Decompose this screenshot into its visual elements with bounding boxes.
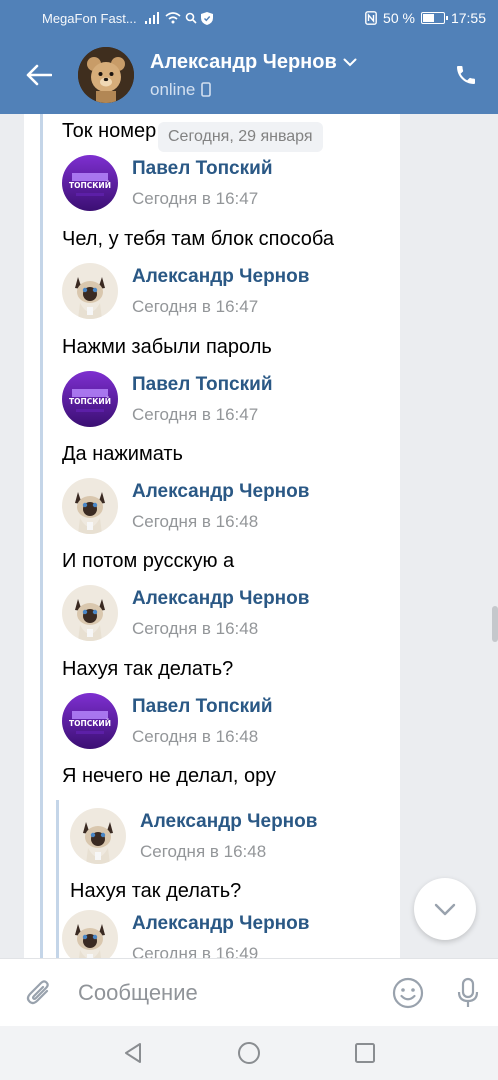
nav-recents-button[interactable]	[345, 1033, 385, 1073]
message-composer	[0, 958, 498, 1026]
avatar	[62, 910, 118, 958]
nav-back-button[interactable]	[113, 1033, 153, 1073]
teddy-bear-icon	[78, 47, 134, 103]
message-time: Сегодня в 16:47	[132, 296, 259, 316]
message-time: Сегодня в 16:47	[132, 188, 259, 208]
carrier-name: MegaFon Fast...	[42, 10, 137, 26]
circle-home-icon	[238, 1042, 260, 1064]
message-list[interactable]: Ток номер Сегодня, 29 января ТОПСКИЙ Пав…	[0, 114, 498, 958]
contact-status-row: online	[150, 80, 434, 100]
message-author[interactable]: ТОПСКИЙ Павел Топский Сегодня в 16:48	[62, 693, 273, 749]
microphone-icon	[457, 977, 479, 1007]
call-button[interactable]	[434, 36, 498, 114]
status-icons	[144, 11, 213, 25]
signal-icon	[144, 12, 159, 24]
avatar	[70, 808, 126, 864]
emoji-button[interactable]	[378, 959, 438, 1027]
message-text: Нахуя так делать?	[62, 658, 234, 680]
smiley-icon	[392, 977, 424, 1008]
svg-text:ТОПСКИЙ: ТОПСКИЙ	[69, 397, 111, 406]
message-time: Сегодня в 16:49	[132, 943, 259, 959]
battery-percent: 50 %	[383, 10, 415, 26]
message-text: Ток номер	[62, 120, 157, 142]
avatar	[62, 478, 118, 534]
author-name: Павел Топский	[132, 157, 273, 179]
chevron-down-icon	[434, 903, 456, 915]
shield-icon	[200, 11, 213, 25]
avatar: ТОПСКИЙ	[62, 371, 118, 427]
message-time: Сегодня в 16:48	[132, 618, 259, 638]
message-text: Да нажимать	[62, 443, 183, 465]
message-text: И потом русскую а	[62, 550, 235, 572]
chevron-down-icon	[343, 58, 357, 66]
message-author[interactable]: ТОПСКИЙ Павел Топский Сегодня в 16:47	[62, 371, 273, 427]
nav-home-button[interactable]	[229, 1033, 269, 1073]
message-input[interactable]	[78, 979, 378, 1006]
cat-avatar-icon	[70, 808, 126, 864]
author-name: Александр Чернов	[132, 587, 310, 609]
mobile-phone-icon	[201, 82, 212, 97]
message-author[interactable]: Александр Чернов Сегодня в 16:49	[62, 910, 309, 958]
message-text: Нахуя так делать?	[70, 880, 242, 902]
svg-text:ТОПСКИЙ: ТОПСКИЙ	[69, 719, 111, 728]
svg-text:ТОПСКИЙ: ТОПСКИЙ	[69, 181, 111, 190]
message-text: Я нечего не делал, ору	[62, 765, 277, 787]
arrow-left-icon	[26, 64, 52, 86]
attach-button[interactable]	[0, 959, 78, 1027]
avatar: ТОПСКИЙ	[62, 155, 118, 211]
message-time: Сегодня в 16:47	[132, 404, 259, 424]
contact-name-row[interactable]: Александр Чернов	[150, 51, 434, 74]
wifi-icon	[165, 12, 181, 24]
nested-quote-line	[56, 800, 59, 958]
message-author[interactable]: Александр Чернов Сегодня в 16:48	[62, 478, 309, 534]
pavel-avatar-icon: ТОПСКИЙ	[62, 371, 118, 427]
chat-header: Александр Чернов online	[0, 36, 498, 114]
phone-icon	[457, 66, 475, 84]
author-name: Александр Чернов	[132, 912, 310, 934]
voice-message-button[interactable]	[438, 959, 498, 1027]
author-name: Павел Топский	[132, 373, 273, 395]
pavel-avatar-icon: ТОПСКИЙ	[62, 693, 118, 749]
author-name: Александр Чернов	[132, 480, 310, 502]
message-author[interactable]: Александр Чернов Сегодня в 16:48	[62, 585, 309, 641]
author-name: Александр Чернов	[132, 265, 310, 287]
avatar	[62, 263, 118, 319]
contact-status: online	[150, 79, 196, 99]
contact-name: Александр Чернов	[150, 50, 337, 73]
avatar: ТОПСКИЙ	[62, 693, 118, 749]
battery-icon	[420, 12, 448, 24]
message-time: Сегодня в 16:48	[132, 726, 259, 746]
search-icon	[185, 12, 197, 24]
author-name: Александр Чернов	[140, 810, 318, 832]
author-name: Павел Топский	[132, 695, 273, 717]
message-time: Сегодня в 16:48	[132, 511, 259, 531]
system-navigation-bar	[0, 1026, 498, 1080]
cat-avatar-icon	[62, 910, 118, 958]
date-separator: Сегодня, 29 января	[158, 122, 323, 152]
scrollbar-thumb[interactable]	[492, 606, 498, 642]
message-text: Нажми забыли пароль	[62, 336, 272, 358]
cat-avatar-icon	[62, 478, 118, 534]
message-author[interactable]: Александр Чернов Сегодня в 16:47	[62, 263, 309, 319]
square-recents-icon	[355, 1043, 375, 1063]
clock: 17:55	[450, 10, 486, 26]
contact-avatar[interactable]	[78, 47, 134, 103]
message-text: Чел, у тебя там блок способа	[62, 228, 335, 250]
scroll-to-bottom-button[interactable]	[414, 878, 476, 940]
forwarded-quote-line	[40, 114, 43, 958]
triangle-back-icon	[125, 1043, 141, 1063]
paperclip-icon	[26, 979, 49, 1004]
cat-avatar-icon	[62, 263, 118, 319]
nfc-icon	[365, 11, 377, 25]
avatar	[62, 585, 118, 641]
back-button[interactable]	[0, 36, 78, 114]
cat-avatar-icon	[62, 585, 118, 641]
message-author[interactable]: Александр Чернов Сегодня в 16:48	[70, 808, 317, 864]
message-author[interactable]: ТОПСКИЙ Павел Топский Сегодня в 16:47	[62, 155, 273, 211]
message-time: Сегодня в 16:48	[140, 841, 267, 861]
pavel-avatar-icon: ТОПСКИЙ	[62, 155, 118, 211]
status-bar: MegaFon Fast... 50 % 17:55	[0, 0, 498, 36]
